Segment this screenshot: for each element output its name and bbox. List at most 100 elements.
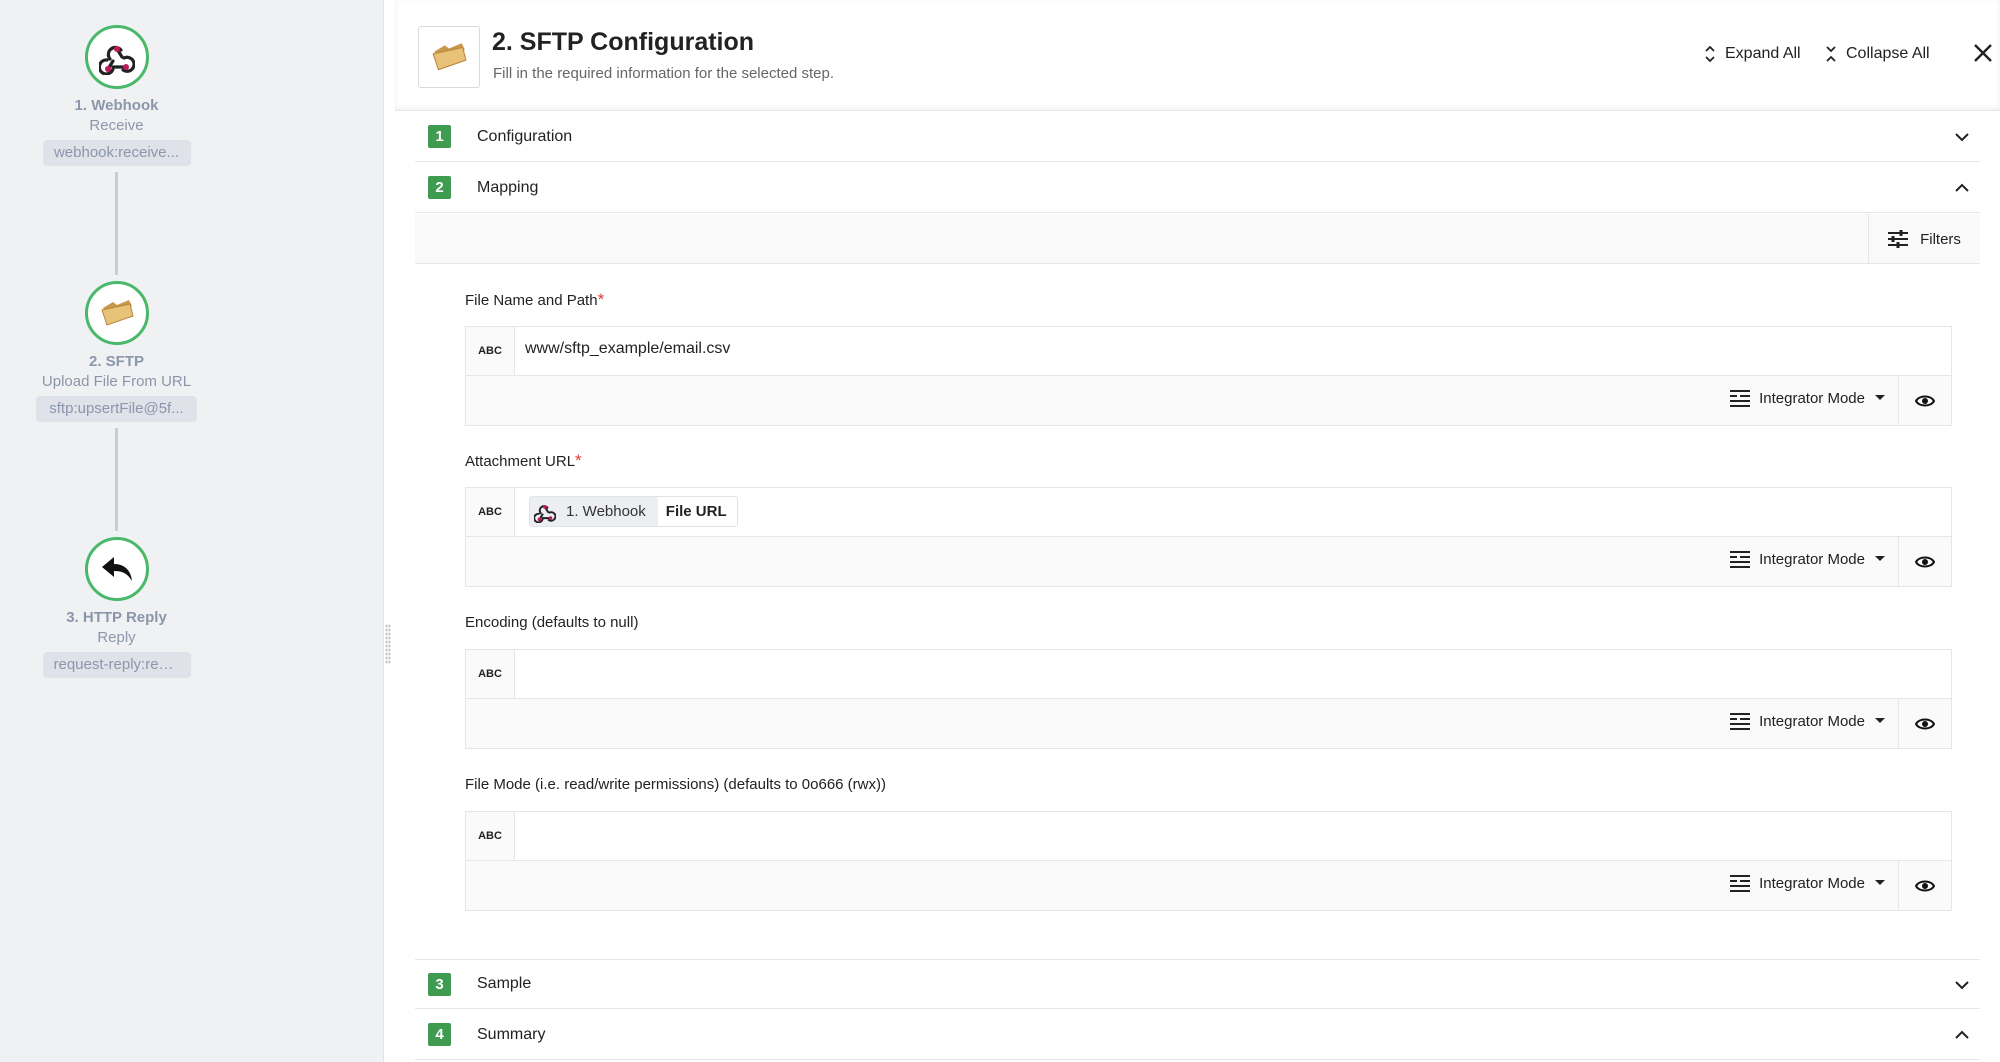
flow-step-tag: request-reply:reply... — [42, 652, 191, 678]
flow-step-subtitle: Reply — [97, 629, 136, 646]
eye-icon — [1915, 880, 1935, 891]
field-file-name-path: ABC Integrator Mode — [465, 326, 1952, 426]
integrator-mode-dropdown[interactable]: Integrator Mode — [1730, 389, 1886, 407]
field-label-file-name: File Name and Path* — [465, 290, 604, 310]
pill-field-name: File URL — [657, 497, 737, 526]
panel-header: 2. SFTP Configuration Fill in the requir… — [395, 0, 2000, 111]
flow-connector — [115, 172, 118, 275]
mode-label: Integrator Mode — [1759, 712, 1865, 730]
flow-step-tag: sftp:upsertFile@5f... — [36, 396, 197, 422]
list-mode-icon — [1730, 875, 1751, 892]
section-configuration[interactable]: 1 Configuration — [415, 112, 1980, 162]
preview-button[interactable] — [1898, 699, 1951, 748]
pill-icon-cell — [530, 497, 560, 526]
flow-step-webhook[interactable]: 1. Webhook Receive webhook:receive... — [0, 25, 233, 171]
field-attachment-url: ABC 1. Webhook File URL Integrator Mode — [465, 487, 1952, 587]
pill-step-name: 1. Webhook — [560, 497, 658, 526]
flow-step-title: 1. Webhook — [74, 97, 159, 114]
section-label: Sample — [477, 975, 532, 992]
mapping-toolbar: Filters — [415, 214, 1980, 264]
section-sample[interactable]: 3 Sample — [415, 959, 1980, 1009]
page-subtitle: Fill in the required information for the… — [493, 65, 835, 82]
eye-icon — [1915, 395, 1935, 406]
eye-icon — [1915, 556, 1935, 567]
encoding-input[interactable] — [525, 663, 1925, 681]
chevron-down-icon[interactable] — [1954, 129, 1970, 145]
section-label: Configuration — [477, 127, 573, 145]
reply-arrow-icon — [101, 557, 132, 581]
field-input-row[interactable]: ABC 1. Webhook File URL — [466, 488, 1951, 537]
caret-down-icon — [1875, 556, 1885, 561]
collapse-all-button[interactable]: Collapse All — [1824, 44, 1930, 64]
section-summary[interactable]: 4 Summary — [415, 1010, 1980, 1060]
webhook-icon — [98, 45, 135, 75]
folder-icon — [432, 43, 467, 71]
section-number: 4 — [428, 1023, 451, 1046]
expand-icon — [1705, 45, 1715, 63]
list-mode-icon — [1730, 551, 1751, 568]
field-input-row: ABC — [466, 327, 1951, 376]
list-mode-icon — [1730, 390, 1751, 407]
folder-icon — [100, 300, 134, 326]
mode-label: Integrator Mode — [1759, 389, 1865, 407]
file-name-input[interactable] — [525, 340, 1925, 358]
type-badge: ABC — [466, 812, 515, 860]
resize-handle-icon[interactable] — [385, 624, 391, 664]
filters-icon — [1888, 230, 1909, 248]
field-label-text: File Mode (i.e. read/write permissions) … — [465, 776, 886, 793]
required-asterisk: * — [575, 451, 582, 470]
flow-step-http-reply[interactable]: 3. HTTP Reply Reply request-reply:reply.… — [0, 537, 233, 683]
flow-step-circle[interactable] — [84, 25, 149, 89]
preview-button[interactable] — [1898, 376, 1951, 425]
filters-button[interactable]: Filters — [1868, 214, 1980, 264]
chevron-down-icon[interactable] — [1954, 977, 1970, 993]
page-title: 2. SFTP Configuration — [492, 28, 755, 56]
integrator-mode-dropdown[interactable]: Integrator Mode — [1730, 712, 1886, 730]
field-file-mode: ABC Integrator Mode — [465, 811, 1952, 911]
chevron-up-icon[interactable] — [1954, 180, 1970, 196]
eye-icon — [1915, 718, 1935, 729]
expand-all-label: Expand All — [1725, 45, 1801, 62]
flow-step-sftp[interactable]: 2. SFTP Upload File From URL sftp:upsert… — [0, 281, 233, 427]
flow-step-circle[interactable] — [84, 537, 149, 601]
preview-button[interactable] — [1898, 861, 1951, 910]
step-icon — [418, 26, 480, 88]
type-badge: ABC — [466, 488, 515, 536]
caret-down-icon — [1875, 880, 1885, 885]
section-mapping[interactable]: 2 Mapping — [415, 163, 1980, 213]
field-encoding: ABC Integrator Mode — [465, 649, 1952, 749]
chevron-up-icon[interactable] — [1954, 1027, 1970, 1043]
type-badge: ABC — [466, 327, 515, 375]
caret-down-icon — [1875, 395, 1885, 400]
webhook-icon — [534, 504, 556, 523]
field-label-file-mode: File Mode (i.e. read/write permissions) … — [465, 776, 886, 793]
flow-step-tag: webhook:receive... — [42, 140, 191, 166]
section-label: Mapping — [477, 178, 539, 196]
field-label-encoding: Encoding (defaults to null) — [465, 614, 638, 631]
mapped-field-pill[interactable]: 1. Webhook File URL — [529, 496, 738, 527]
field-input-row: ABC — [466, 650, 1951, 699]
close-icon[interactable] — [1972, 42, 1994, 64]
field-label-text: Encoding (defaults to null) — [465, 614, 639, 631]
panel-splitter[interactable] — [383, 0, 395, 1062]
list-mode-icon — [1730, 713, 1751, 730]
section-number: 3 — [428, 972, 451, 996]
flow-step-title: 2. SFTP — [88, 353, 144, 370]
section-number: 2 — [428, 176, 451, 199]
type-badge: ABC — [466, 650, 515, 698]
integrator-mode-dropdown[interactable]: Integrator Mode — [1730, 874, 1886, 892]
expand-all-button[interactable]: Expand All — [1703, 44, 1801, 64]
preview-button[interactable] — [1898, 537, 1951, 586]
caret-down-icon — [1875, 718, 1885, 723]
collapse-all-label: Collapse All — [1846, 45, 1930, 62]
field-input-row: ABC — [466, 812, 1951, 861]
flow-step-circle[interactable] — [84, 281, 149, 345]
field-label-text: Attachment URL — [465, 453, 576, 470]
integrator-mode-dropdown[interactable]: Integrator Mode — [1730, 550, 1886, 568]
step-config-panel: 2. SFTP Configuration Fill in the requir… — [395, 0, 2000, 1062]
filters-label: Filters — [1920, 230, 1961, 248]
mode-label: Integrator Mode — [1759, 550, 1865, 568]
required-asterisk: * — [597, 290, 605, 309]
file-mode-input[interactable] — [525, 825, 1925, 843]
flow-step-title: 3. HTTP Reply — [66, 609, 167, 626]
